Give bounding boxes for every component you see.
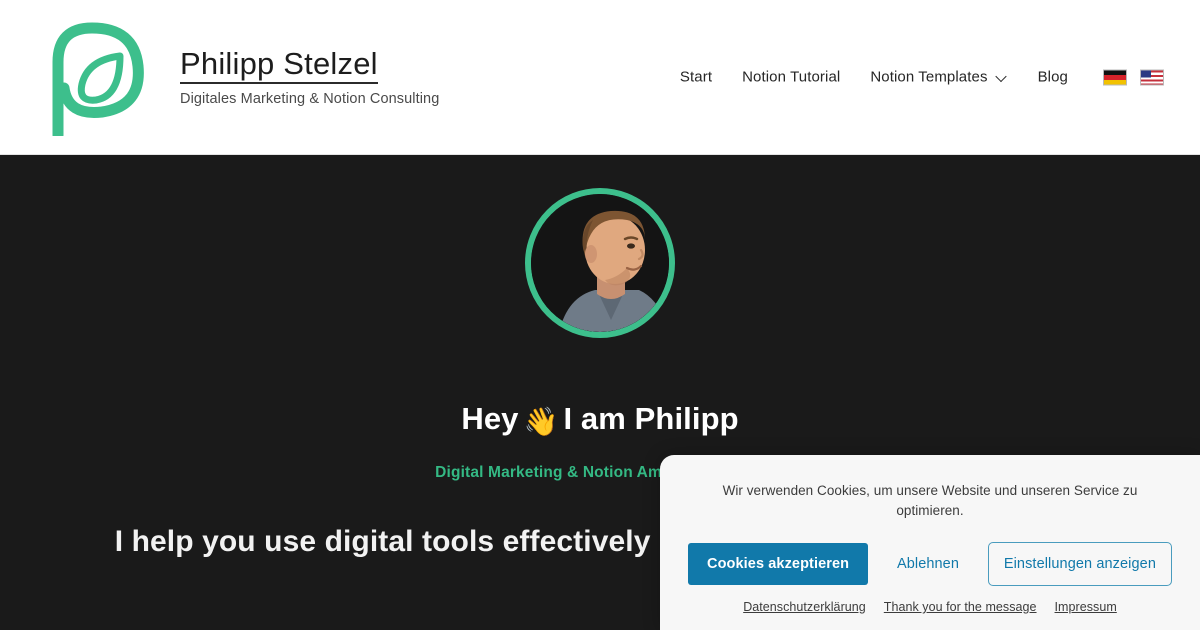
nav-item-label: Start — [679, 68, 713, 86]
avatar-portrait-icon — [531, 194, 669, 332]
brand-text: Philipp Stelzel Digitales Marketing & No… — [180, 46, 440, 108]
main-navigation: Start Notion Tutorial Notion Templates B… — [665, 63, 1164, 92]
brand-title: Philipp Stelzel — [180, 46, 378, 85]
nav-item-label: Notion Tutorial — [742, 68, 841, 86]
cookie-actions: Cookies akzeptieren Ablehnen Einstellung… — [688, 542, 1172, 586]
decline-cookies-button[interactable]: Ablehnen — [887, 543, 969, 585]
site-header: Philipp Stelzel Digitales Marketing & No… — [0, 0, 1200, 155]
cookie-message: Wir verwenden Cookies, um unsere Website… — [722, 482, 1138, 518]
nav-item-notion-tutorial[interactable]: Notion Tutorial — [727, 63, 855, 92]
nav-item-blog[interactable]: Blog — [1023, 63, 1083, 92]
flag-de-icon[interactable] — [1103, 69, 1127, 85]
privacy-policy-link[interactable]: Datenschutzerklärung — [743, 600, 866, 614]
cookie-consent-banner: Wir verwenden Cookies, um unsere Website… — [660, 454, 1200, 630]
nav-item-start[interactable]: Start — [665, 63, 727, 92]
chevron-down-icon — [997, 72, 1008, 83]
hero-title-prefix: Hey — [461, 401, 519, 436]
brand-link[interactable]: Philipp Stelzel Digitales Marketing & No… — [48, 18, 439, 136]
flag-us-icon[interactable] — [1140, 69, 1164, 85]
hero-section: Hey 👋 I am Philipp Digital Marketing & Not… — [0, 155, 1200, 630]
nav-item-notion-templates[interactable]: Notion Templates — [855, 63, 1022, 92]
cookie-links: Datenschutzerklärung Thank you for the m… — [688, 600, 1172, 614]
hero-title-suffix: I am Philipp — [563, 401, 739, 436]
hero-title: Hey 👋 I am Philipp — [0, 400, 1200, 439]
accept-cookies-button[interactable]: Cookies akzeptieren — [688, 543, 869, 585]
nav-item-label: Blog — [1037, 68, 1068, 86]
avatar — [525, 188, 675, 338]
imprint-link[interactable]: Impressum — [1055, 600, 1117, 614]
leaf-p-logo-icon — [52, 22, 144, 136]
brand-tagline: Digitales Marketing & Notion Consulting — [180, 91, 440, 108]
thank-you-message-link[interactable]: Thank you for the message — [884, 600, 1037, 614]
page-root: Philipp Stelzel Digitales Marketing & No… — [0, 0, 1200, 630]
cookie-settings-button[interactable]: Einstellungen anzeigen — [987, 542, 1172, 586]
nav-item-label: Notion Templates — [870, 68, 988, 86]
waving-hand-icon: 👋 — [523, 406, 559, 437]
